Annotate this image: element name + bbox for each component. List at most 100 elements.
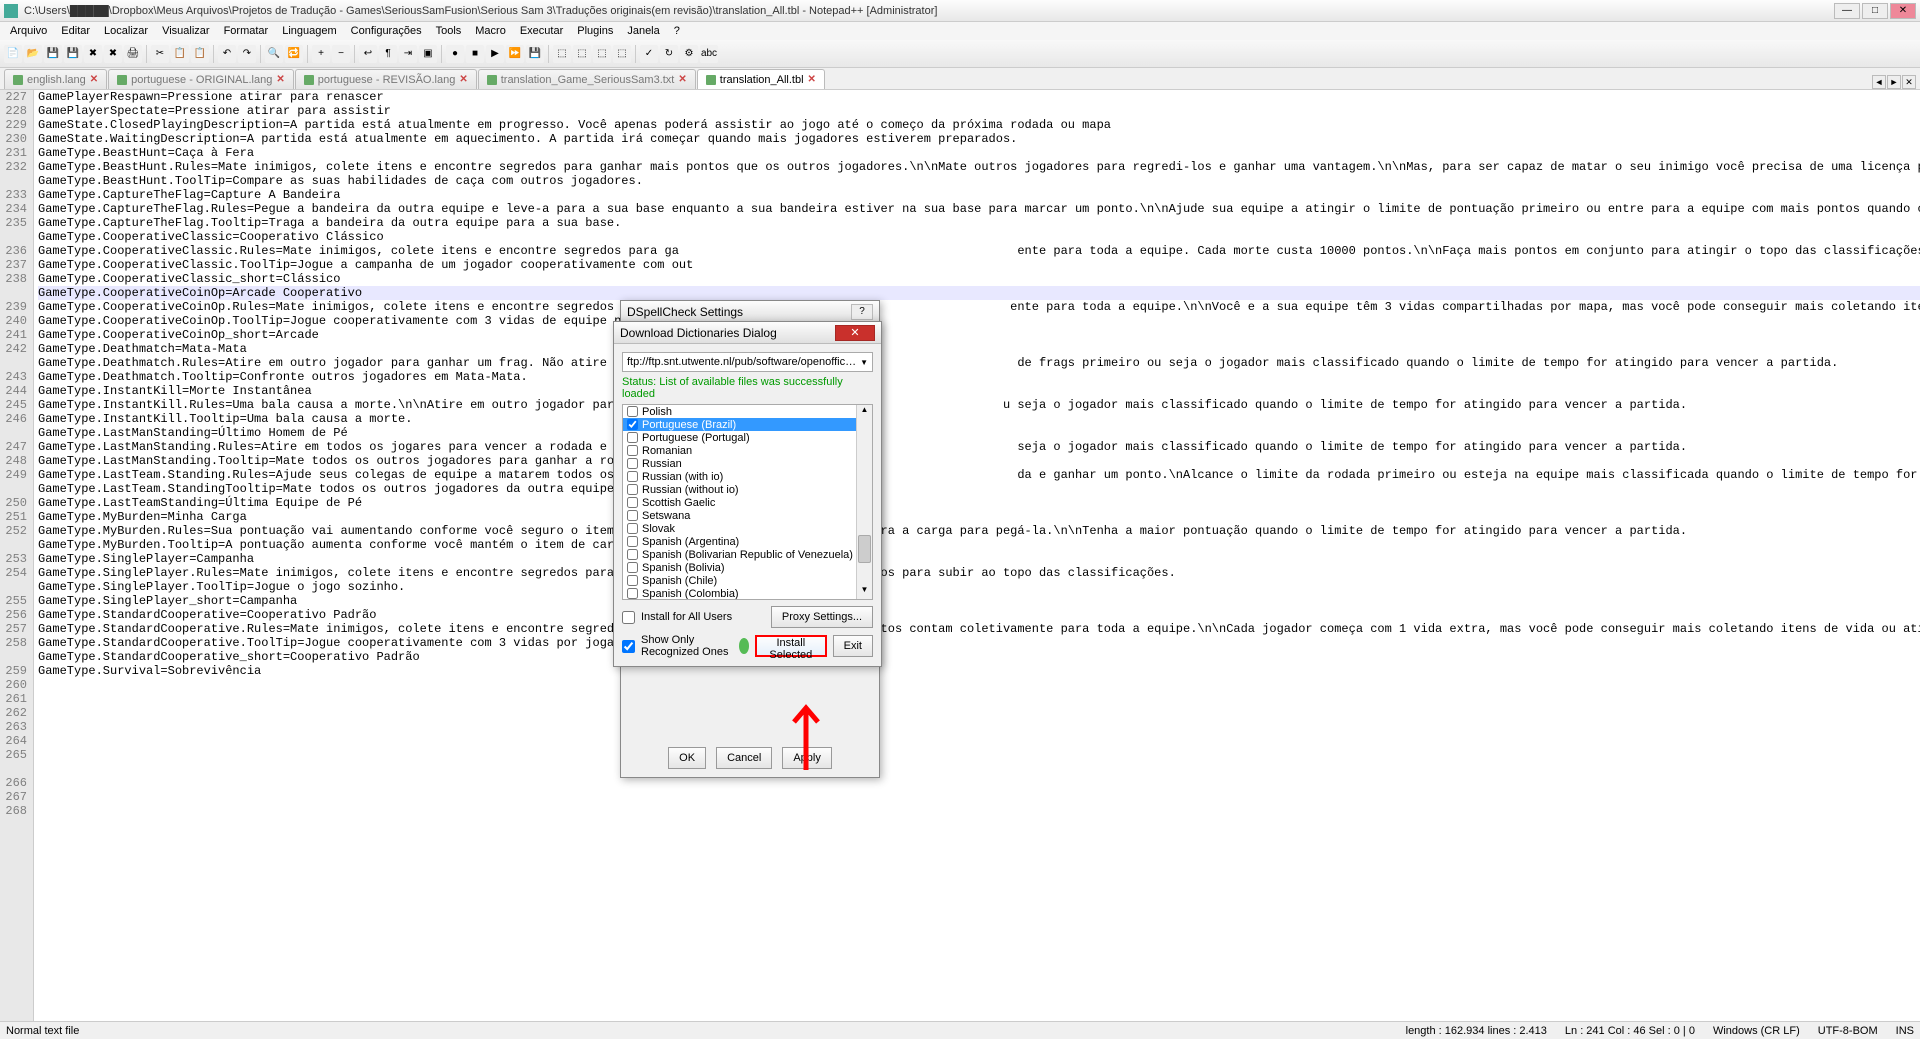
code-line[interactable]: GameType.LastTeam.Standing.Rules=Ajude s… xyxy=(38,468,1920,482)
code-line[interactable]: GameType.InstantKill.Rules=Uma bala caus… xyxy=(38,398,1920,412)
install-selected-button[interactable]: Install Selected xyxy=(755,635,827,657)
plugin2-icon[interactable]: ↻ xyxy=(660,45,678,63)
dspell-ok-button[interactable]: OK xyxy=(668,747,706,769)
language-checkbox[interactable] xyxy=(627,562,638,573)
close-file-icon[interactable]: ✖ xyxy=(84,45,102,63)
tab-close-icon[interactable]: ✕ xyxy=(808,74,816,85)
maximize-button[interactable]: □ xyxy=(1862,3,1888,19)
code-line[interactable]: GameType.BeastHunt.Rules=Mate inimigos, … xyxy=(38,160,1920,174)
showall-icon[interactable]: ¶ xyxy=(379,45,397,63)
tab-translation_Game_SeriousSam3.txt[interactable]: translation_Game_SeriousSam3.txt✕ xyxy=(478,69,696,89)
language-checkbox[interactable] xyxy=(627,471,638,482)
menu-janela[interactable]: Janela xyxy=(621,24,665,38)
menu-formatar[interactable]: Formatar xyxy=(218,24,275,38)
language-item-portuguese-portugal-[interactable]: Portuguese (Portugal) xyxy=(623,431,872,444)
compare2-icon[interactable]: ⬚ xyxy=(573,45,591,63)
language-item-spanish-argentina-[interactable]: Spanish (Argentina) xyxy=(623,535,872,548)
zoom-in-icon[interactable]: + xyxy=(312,45,330,63)
tab-close-icon[interactable]: ✕ xyxy=(459,74,467,85)
language-checkbox[interactable] xyxy=(627,575,638,586)
language-item-slovak[interactable]: Slovak xyxy=(623,522,872,535)
code-line[interactable]: GamePlayerRespawn=Pressione atirar para … xyxy=(38,90,1920,104)
play-multi-icon[interactable]: ⏩ xyxy=(506,45,524,63)
code-line[interactable]: GameType.CaptureTheFlag.Rules=Pegue a ba… xyxy=(38,202,1920,216)
code-line[interactable]: GameType.LastManStanding.Rules=Atire em … xyxy=(38,440,1920,454)
tab-close-icon[interactable]: ✕ xyxy=(276,74,284,85)
compare4-icon[interactable]: ⬚ xyxy=(613,45,631,63)
language-list-scrollbar[interactable]: ▲ ▼ xyxy=(856,405,872,599)
language-checkbox[interactable] xyxy=(627,497,638,508)
stop-macro-icon[interactable]: ■ xyxy=(466,45,484,63)
plugin3-icon[interactable]: ⚙ xyxy=(680,45,698,63)
menu-editar[interactable]: Editar xyxy=(55,24,96,38)
language-item-russian[interactable]: Russian xyxy=(623,457,872,470)
compare3-icon[interactable]: ⬚ xyxy=(593,45,611,63)
new-file-icon[interactable]: 📄 xyxy=(4,45,22,63)
code-line[interactable]: GameType.Deathmatch.Tooltip=Confronte ou… xyxy=(38,370,1920,384)
menu-plugins[interactable]: Plugins xyxy=(571,24,619,38)
code-line[interactable]: GameType.SinglePlayer.Rules=Mate inimigo… xyxy=(38,566,1920,580)
code-line[interactable]: GameType.CooperativeClassic_short=Clássi… xyxy=(38,272,1920,286)
code-line[interactable]: GameType.SinglePlayer=Campanha xyxy=(38,552,1920,566)
zoom-out-icon[interactable]: − xyxy=(332,45,350,63)
language-item-spanish-chile-[interactable]: Spanish (Chile) xyxy=(623,574,872,587)
tab-nav-right[interactable]: ► xyxy=(1887,75,1901,89)
fold-icon[interactable]: ▣ xyxy=(419,45,437,63)
code-line[interactable]: GameType.InstantKill=Morte Instantânea xyxy=(38,384,1920,398)
menu-linguagem[interactable]: Linguagem xyxy=(276,24,342,38)
show-recognized-checkbox[interactable] xyxy=(622,640,635,653)
language-checkbox[interactable] xyxy=(627,406,638,417)
record-macro-icon[interactable]: ● xyxy=(446,45,464,63)
code-line[interactable]: GameType.CaptureTheFlag=Capture A Bandei… xyxy=(38,188,1920,202)
code-line[interactable]: GameType.StandardCooperative.Rules=Mate … xyxy=(38,622,1920,636)
language-item-spanish-colombia-[interactable]: Spanish (Colombia) xyxy=(623,587,872,600)
menu-macro[interactable]: Macro xyxy=(469,24,512,38)
spellcheck-icon[interactable]: abc xyxy=(700,45,718,63)
copy-icon[interactable]: 📋 xyxy=(171,45,189,63)
menu-localizar[interactable]: Localizar xyxy=(98,24,154,38)
code-line[interactable]: GameType.StandardCooperative=Cooperativo… xyxy=(38,608,1920,622)
menu-executar[interactable]: Executar xyxy=(514,24,569,38)
language-checkbox[interactable] xyxy=(627,536,638,547)
code-line[interactable]: GameType.StandardCooperative_short=Coope… xyxy=(38,650,1920,664)
language-checkbox[interactable] xyxy=(627,419,638,430)
dspellcheck-help-button[interactable]: ? xyxy=(851,304,873,320)
language-checkbox[interactable] xyxy=(627,510,638,521)
close-button[interactable]: ✕ xyxy=(1890,3,1916,19)
menu-arquivo[interactable]: Arquivo xyxy=(4,24,53,38)
scroll-thumb[interactable] xyxy=(858,535,871,563)
tab-nav-left[interactable]: ◄ xyxy=(1872,75,1886,89)
undo-icon[interactable]: ↶ xyxy=(218,45,236,63)
language-checkbox[interactable] xyxy=(627,588,638,599)
compare-icon[interactable]: ⬚ xyxy=(553,45,571,63)
code-line[interactable]: GameType.LastManStanding.Tooltip=Mate to… xyxy=(38,454,1920,468)
tab-close-icon[interactable]: ✕ xyxy=(678,74,686,85)
dspell-cancel-button[interactable]: Cancel xyxy=(716,747,772,769)
editor[interactable]: 2272282292302312322332342352362372382392… xyxy=(0,90,1920,1021)
save-icon[interactable]: 💾 xyxy=(44,45,62,63)
close-all-icon[interactable]: ✖ xyxy=(104,45,122,63)
code-line[interactable]: GameType.LastManStanding=Último Homem de… xyxy=(38,426,1920,440)
tab-translation_All.tbl[interactable]: translation_All.tbl✕ xyxy=(697,69,825,89)
code-line[interactable]: GameType.SinglePlayer.ToolTip=Jogue o jo… xyxy=(38,580,1920,594)
language-item-romanian[interactable]: Romanian xyxy=(623,444,872,457)
code-line[interactable]: GameState.ClosedPlayingDescription=A par… xyxy=(38,118,1920,132)
dspellcheck-titlebar[interactable]: DSpellCheck Settings ? xyxy=(621,301,879,323)
code-line[interactable]: GameType.Deathmatch.Rules=Atire em outro… xyxy=(38,356,1920,370)
download-url-combo[interactable]: ftp://ftp.snt.utwente.nl/pub/software/op… xyxy=(622,352,873,372)
code-line[interactable]: GameType.CooperativeClassic.ToolTip=Jogu… xyxy=(38,258,1920,272)
language-checkbox[interactable] xyxy=(627,484,638,495)
code-line[interactable]: GameType.CooperativeClassic.Rules=Mate i… xyxy=(38,244,1920,258)
find-icon[interactable]: 🔍 xyxy=(265,45,283,63)
language-item-russian-without-io-[interactable]: Russian (without io) xyxy=(623,483,872,496)
plugin1-icon[interactable]: ✓ xyxy=(640,45,658,63)
code-line[interactable]: GameType.MyBurden.Rules=Sua pontuação va… xyxy=(38,524,1920,538)
code-line[interactable]: GameType.BeastHunt=Caça à Fera xyxy=(38,146,1920,160)
code-line[interactable]: GameType.StandardCooperative.ToolTip=Jog… xyxy=(38,636,1920,650)
code-line[interactable]: GameType.MyBurden=Minha Carga xyxy=(38,510,1920,524)
code-line[interactable]: GameType.Deathmatch=Mata-Mata xyxy=(38,342,1920,356)
language-checkbox[interactable] xyxy=(627,445,638,456)
code-line[interactable]: GameType.MyBurden.Tooltip=A pontuação au… xyxy=(38,538,1920,552)
tab-portuguese - ORIGINAL.lang[interactable]: portuguese - ORIGINAL.lang✕ xyxy=(108,69,294,89)
language-item-spanish-bolivarian-republic-of-venezuela-[interactable]: Spanish (Bolivarian Republic of Venezuel… xyxy=(623,548,872,561)
